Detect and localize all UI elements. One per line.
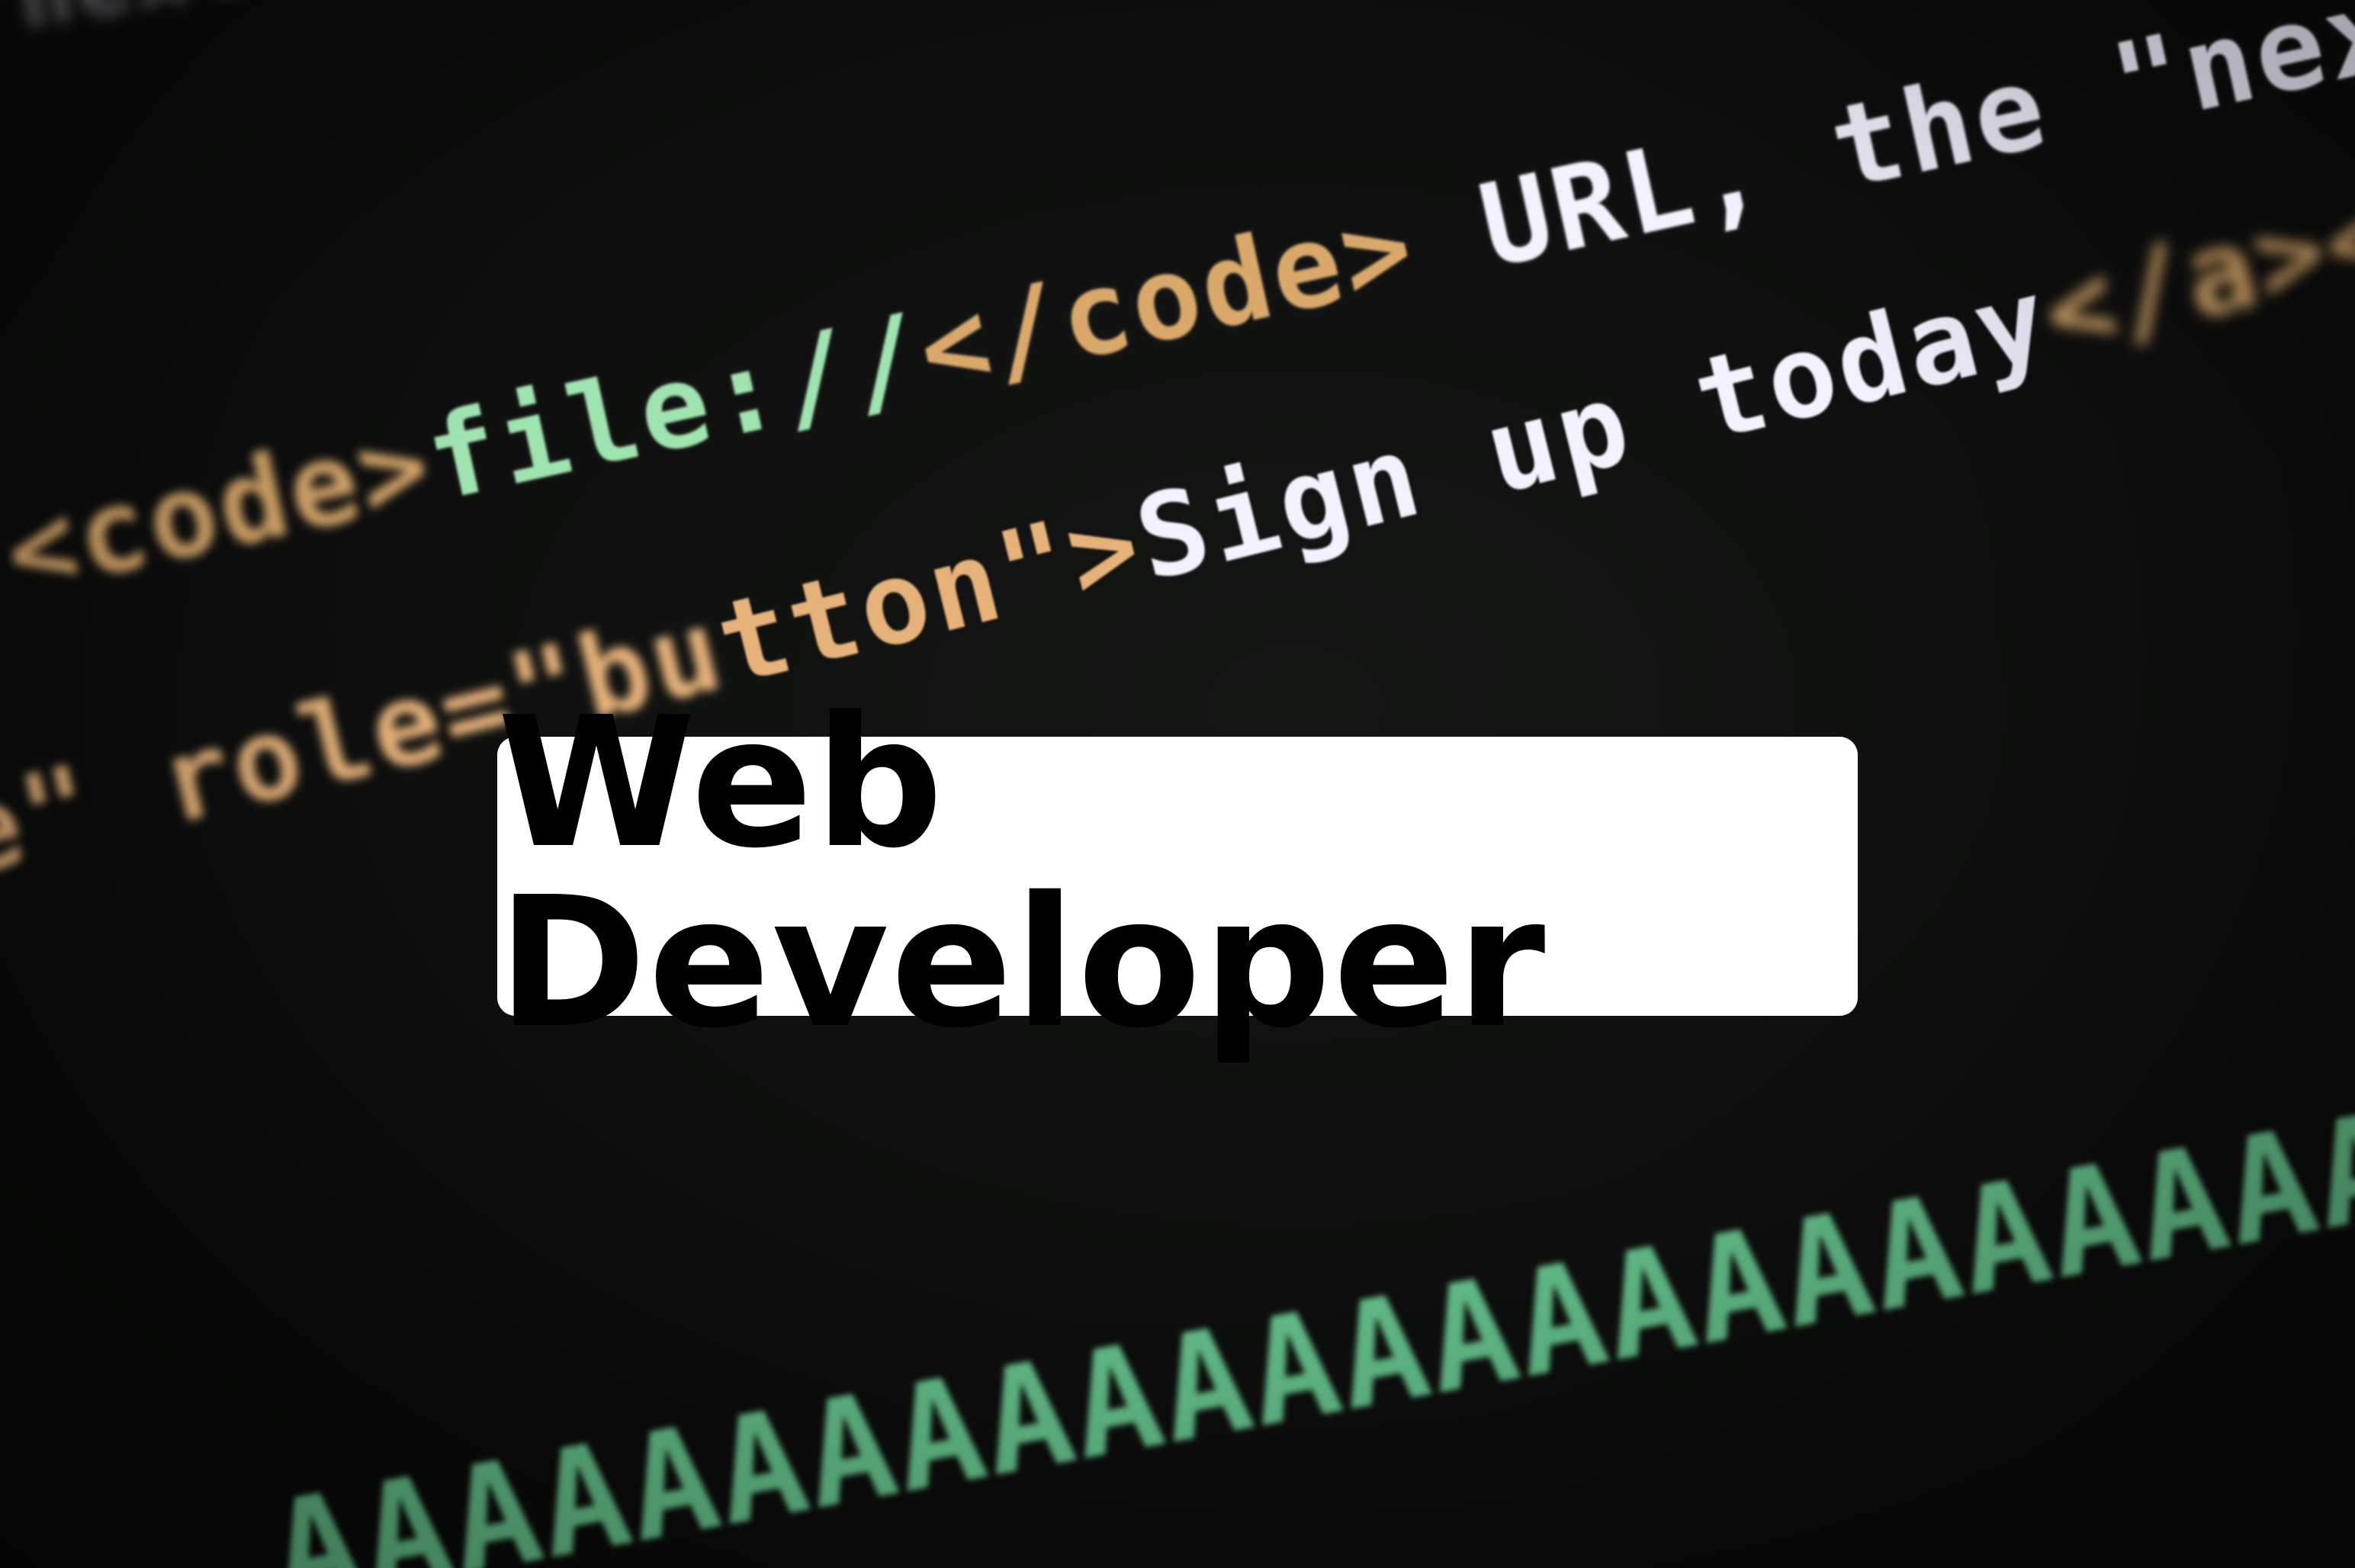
page-title: Web Developer xyxy=(497,678,1547,1068)
code-open-tag: <code> xyxy=(0,397,445,621)
title-card: Web Developer xyxy=(497,693,1858,1053)
code-role-attr-hidden: tton"> xyxy=(705,478,1156,712)
code-close-tag: </code> xyxy=(907,179,1428,419)
code-line-top-text: "next" an xyxy=(0,0,485,60)
code-line-top: "next" an xyxy=(0,0,485,60)
code-next-quoted: "next" xyxy=(2100,0,2355,154)
code-file-path: file:// xyxy=(415,288,936,528)
code-url-text: URL, the xyxy=(1468,40,2060,294)
